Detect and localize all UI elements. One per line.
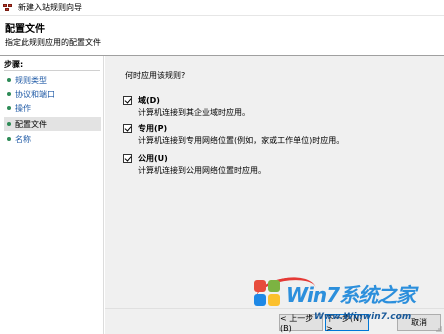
firewall-icon [3, 3, 13, 13]
option-description: 计算机连接到公用网络位置时应用。 [138, 166, 266, 175]
page-subtitle: 指定此规则应用的配置文件 [5, 38, 101, 47]
domain-checkbox[interactable] [123, 96, 132, 105]
step-profile[interactable]: 配置文件 [4, 117, 101, 131]
resize-grip-icon[interactable] [435, 325, 443, 333]
step-bullet-icon [7, 106, 11, 110]
step-label: 协议和端口 [15, 89, 55, 99]
option-description: 计算机连接到其企业域时应用。 [138, 108, 250, 117]
option-title[interactable]: 专用(P) [138, 123, 167, 134]
divider [4, 70, 100, 71]
option-title[interactable]: 公用(U) [138, 153, 168, 164]
wizard-footer: < 上一步(B) 下一步(N) > 取消 [105, 308, 444, 334]
option-title[interactable]: 域(D) [138, 95, 160, 106]
step-bullet-icon [7, 122, 11, 126]
step-label: 规则类型 [15, 75, 47, 85]
back-button[interactable]: < 上一步(B) [279, 314, 323, 333]
window-title: 新建入站规则向导 [18, 3, 82, 12]
wizard-header: 配置文件 指定此规则应用的配置文件 [0, 16, 444, 56]
steps-sidebar: 步骤: 规则类型 协议和端口 操作 配置文件 名称 [0, 56, 104, 334]
step-rule-type[interactable]: 规则类型 [4, 73, 101, 87]
step-name[interactable]: 名称 [4, 132, 101, 146]
title-bar: 新建入站规则向导 [0, 0, 444, 16]
main-content: 何时应用该规则? 域(D) 计算机连接到其企业域时应用。 专用(P) 计算机连接… [105, 56, 444, 308]
step-label: 操作 [15, 103, 31, 113]
option-description: 计算机连接到专用网络位置(例如，家或工作单位)时应用。 [138, 136, 345, 145]
public-checkbox[interactable] [123, 154, 132, 163]
question-label: 何时应用该规则? [125, 71, 186, 80]
steps-title: 步骤: [4, 60, 24, 69]
step-label: 配置文件 [15, 119, 47, 129]
page-title: 配置文件 [5, 24, 45, 35]
step-bullet-icon [7, 137, 11, 141]
private-checkbox[interactable] [123, 124, 132, 133]
step-action[interactable]: 操作 [4, 101, 101, 115]
next-button[interactable]: 下一步(N) > [325, 314, 369, 333]
step-bullet-icon [7, 92, 11, 96]
step-protocol-ports[interactable]: 协议和端口 [4, 87, 101, 101]
step-label: 名称 [15, 134, 31, 144]
step-bullet-icon [7, 78, 11, 82]
